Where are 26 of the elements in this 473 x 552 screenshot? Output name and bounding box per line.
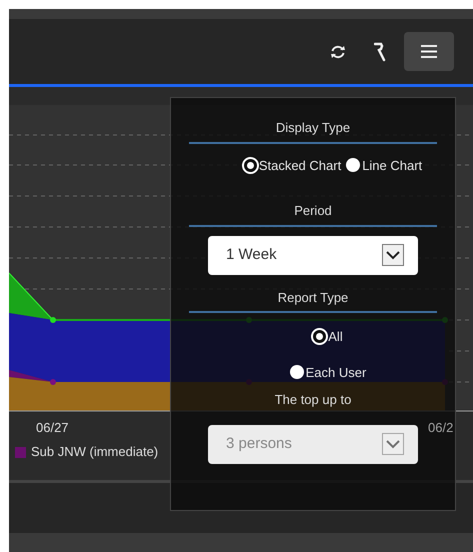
section-title: Report Type xyxy=(189,288,437,313)
x-axis-label: 06/27 xyxy=(36,419,69,437)
section-title: Display Type xyxy=(189,118,437,144)
section-title: The top up to xyxy=(274,391,352,409)
menu-button[interactable] xyxy=(404,32,454,71)
radio-button[interactable] xyxy=(290,365,304,380)
radio-button[interactable] xyxy=(346,158,360,172)
radio-button[interactable] xyxy=(313,330,326,344)
radio-option[interactable]: Line Chart xyxy=(346,156,422,175)
section-title: Period xyxy=(189,201,437,226)
radio-button[interactable] xyxy=(244,158,257,172)
chevron-down-icon xyxy=(382,244,404,266)
data-point xyxy=(50,379,56,385)
radio-option[interactable]: Stacked Chart xyxy=(244,156,342,175)
refresh-icon xyxy=(330,44,346,58)
radio-option[interactable]: All xyxy=(313,327,343,346)
data-point xyxy=(50,317,56,323)
x-axis-label: 06/2 xyxy=(428,419,454,437)
legend-label: Sub JNW (immediate) xyxy=(31,443,158,462)
series-area xyxy=(9,370,53,382)
menu-icon xyxy=(421,45,437,58)
wrench-icon xyxy=(374,42,386,62)
chevron-down-icon xyxy=(382,433,404,455)
dropdown-select[interactable]: 1 Week xyxy=(208,236,418,274)
series-area xyxy=(9,272,54,320)
radio-option[interactable]: Each User xyxy=(290,362,366,382)
